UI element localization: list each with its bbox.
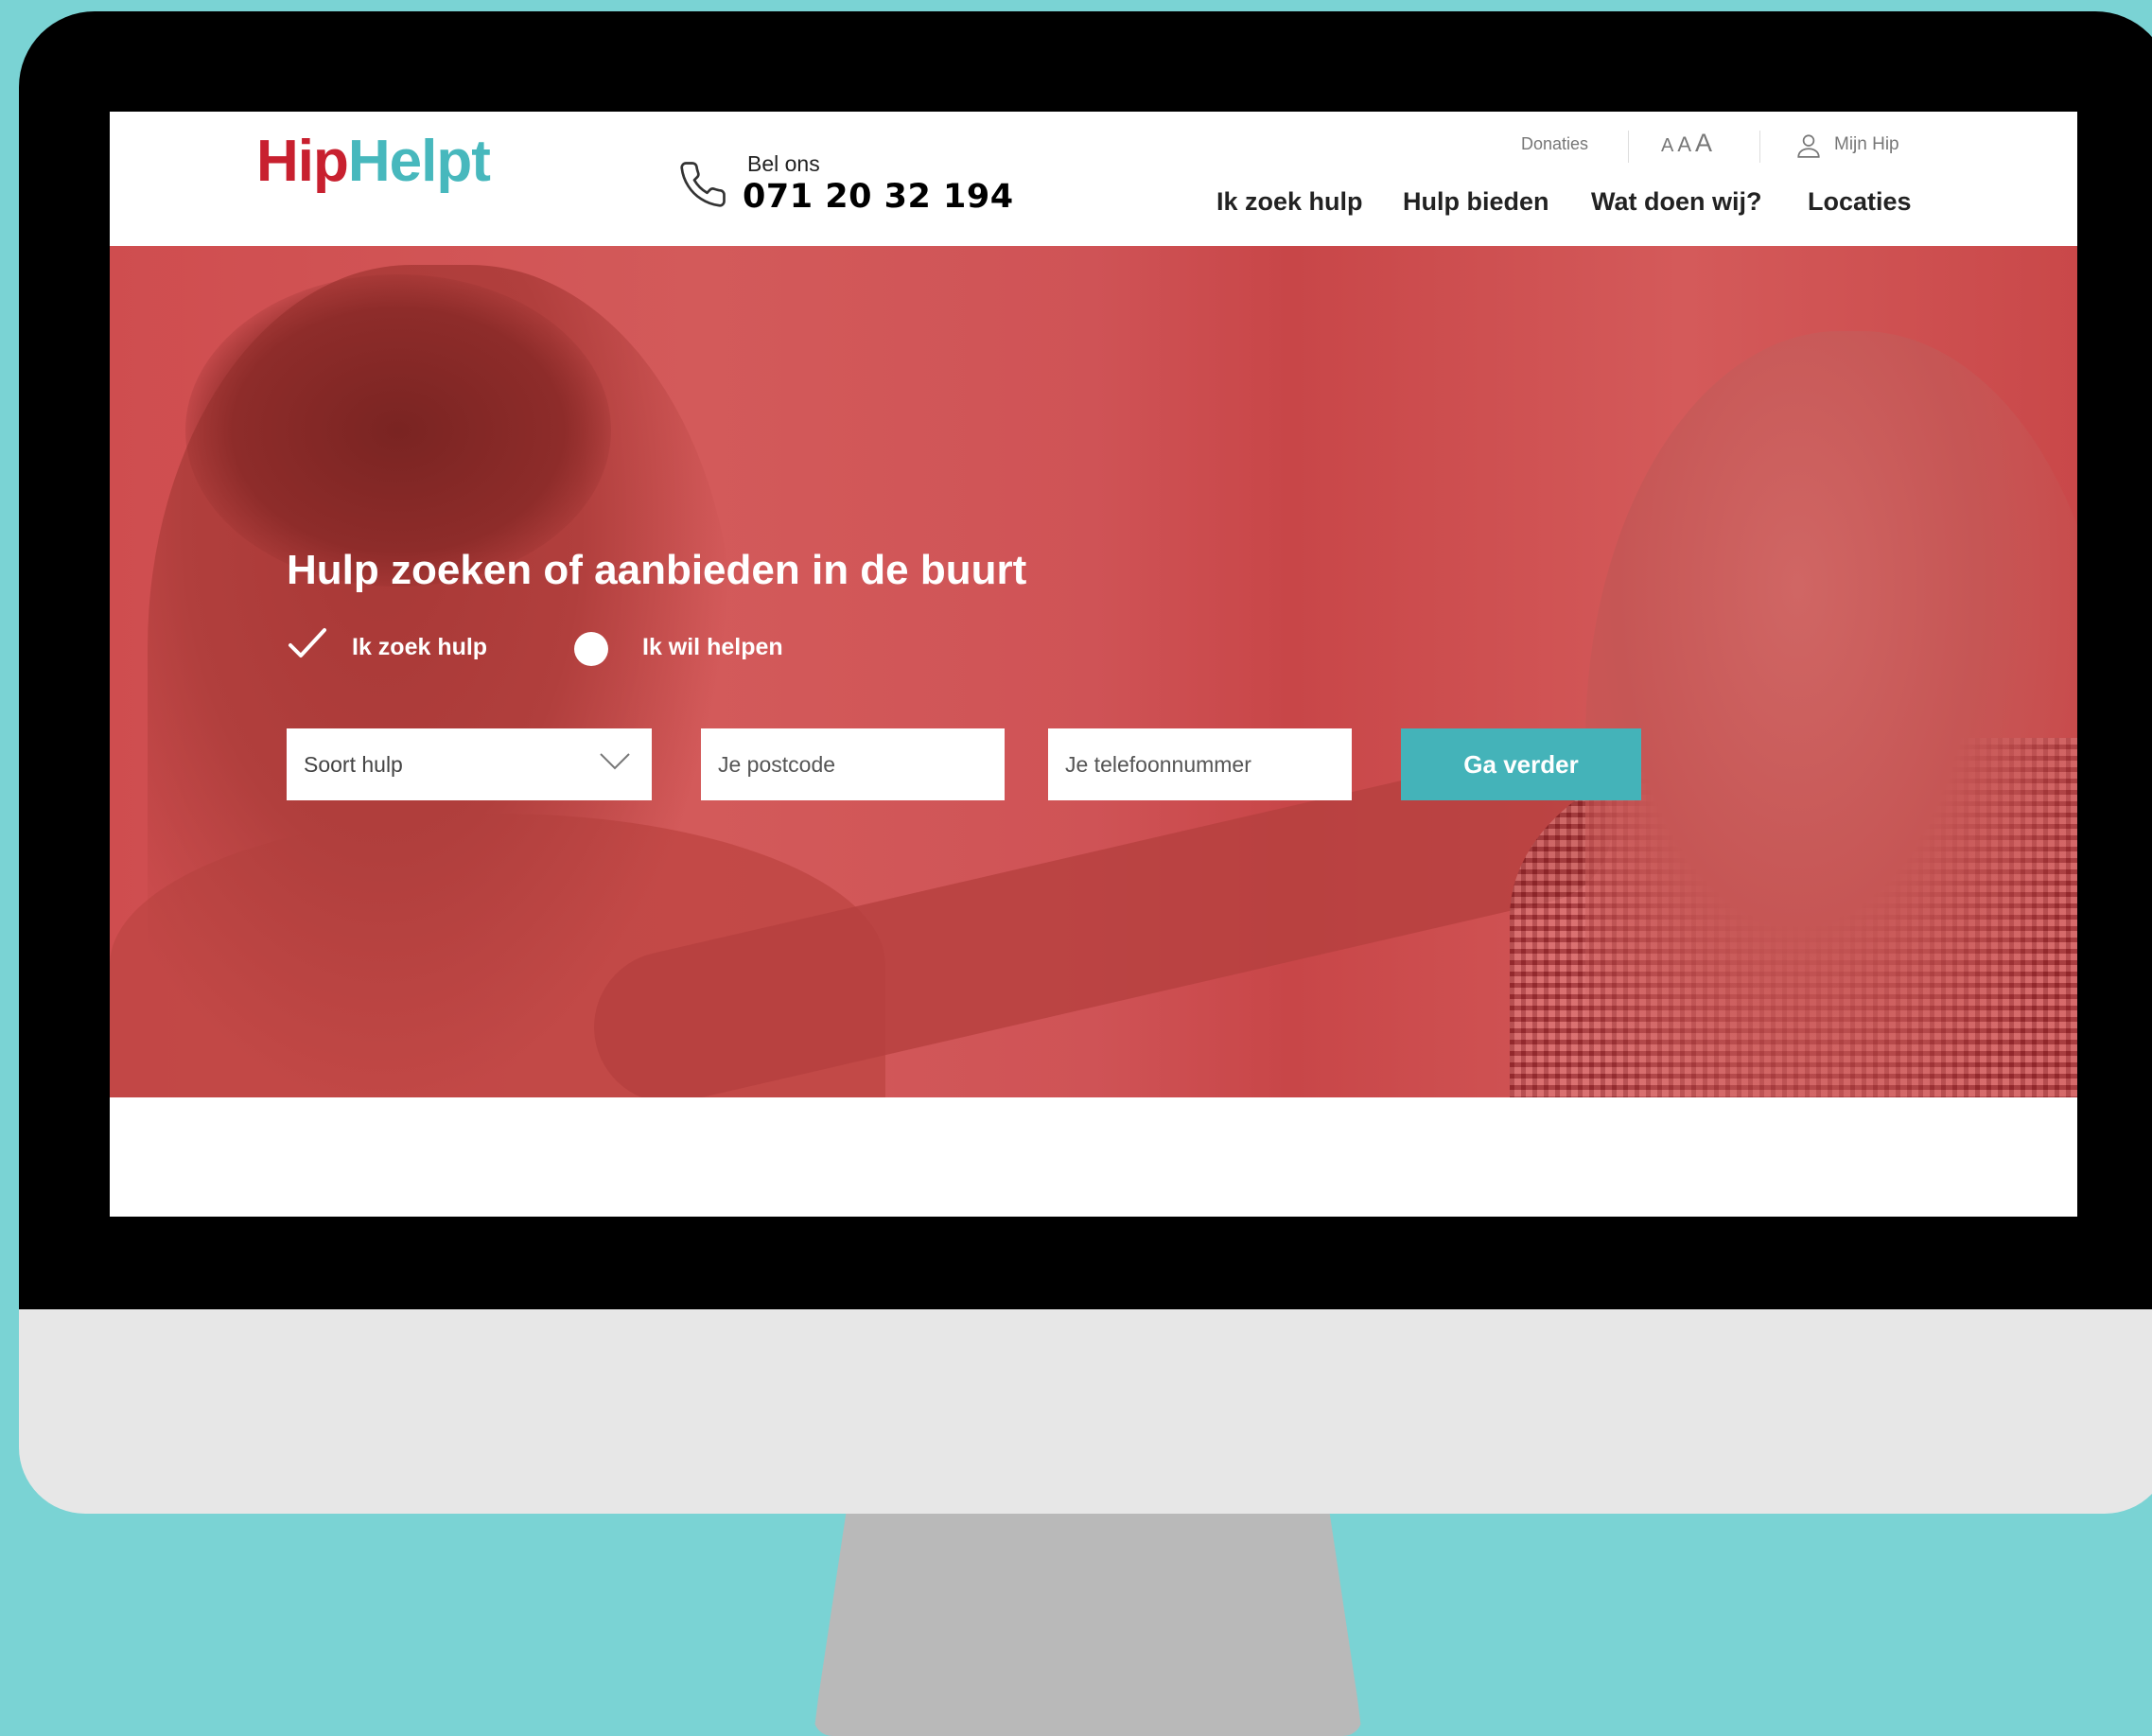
hero-title: Hulp zoeken of aanbieden in de buurt bbox=[287, 547, 1027, 593]
radio-icon[interactable] bbox=[574, 632, 608, 666]
nav-item-ik-zoek-hulp[interactable]: Ik zoek hulp bbox=[1216, 187, 1363, 217]
chevron-down-icon bbox=[600, 753, 630, 770]
font-size-small-button[interactable]: A bbox=[1661, 135, 1673, 156]
hero-section: Hulp zoeken of aanbieden in de buurt Ik … bbox=[110, 246, 2077, 1097]
hero-photo-shape bbox=[1585, 331, 2077, 1097]
screen: HipHelpt Bel ons 071 20 32 194 Donaties … bbox=[110, 112, 2077, 1217]
monitor-stand bbox=[814, 1509, 1362, 1736]
phone-input[interactable]: Je telefoonnummer bbox=[1048, 728, 1352, 800]
font-size-medium-button[interactable]: A bbox=[1677, 132, 1691, 156]
check-icon[interactable] bbox=[287, 624, 328, 662]
donations-link[interactable]: Donaties bbox=[1521, 134, 1588, 154]
help-type-select-value: Soort hulp bbox=[304, 751, 403, 777]
option-seek-help[interactable]: Ik zoek hulp bbox=[352, 634, 487, 661]
continue-button[interactable]: Ga verder bbox=[1401, 728, 1641, 800]
divider bbox=[1759, 131, 1760, 163]
font-size-switcher: AAA bbox=[1661, 129, 1712, 158]
monitor-chin bbox=[19, 1277, 2152, 1514]
phone-icon bbox=[680, 162, 726, 207]
logo-part-2: Helpt bbox=[347, 129, 491, 194]
hero-photo-shape bbox=[185, 274, 611, 587]
user-icon[interactable] bbox=[1796, 132, 1821, 159]
nav-item-locaties[interactable]: Locaties bbox=[1808, 187, 1912, 217]
account-link[interactable]: Mijn Hip bbox=[1834, 134, 1899, 155]
site-logo[interactable]: HipHelpt bbox=[256, 129, 491, 194]
divider bbox=[1628, 131, 1629, 163]
nav-item-hulp-bieden[interactable]: Hulp bieden bbox=[1403, 187, 1549, 217]
phone-number-link[interactable]: 071 20 32 194 bbox=[743, 178, 1014, 216]
site-header: HipHelpt Bel ons 071 20 32 194 Donaties … bbox=[110, 112, 2077, 246]
call-label: Bel ons bbox=[747, 151, 820, 176]
logo-part-1: Hip bbox=[256, 129, 349, 194]
help-type-select[interactable]: Soort hulp bbox=[287, 728, 652, 800]
postcode-input[interactable]: Je postcode bbox=[701, 728, 1005, 800]
font-size-large-button[interactable]: A bbox=[1695, 129, 1712, 157]
nav-item-wat-doen-wij[interactable]: Wat doen wij? bbox=[1591, 187, 1761, 217]
option-offer-help[interactable]: Ik wil helpen bbox=[642, 634, 783, 661]
